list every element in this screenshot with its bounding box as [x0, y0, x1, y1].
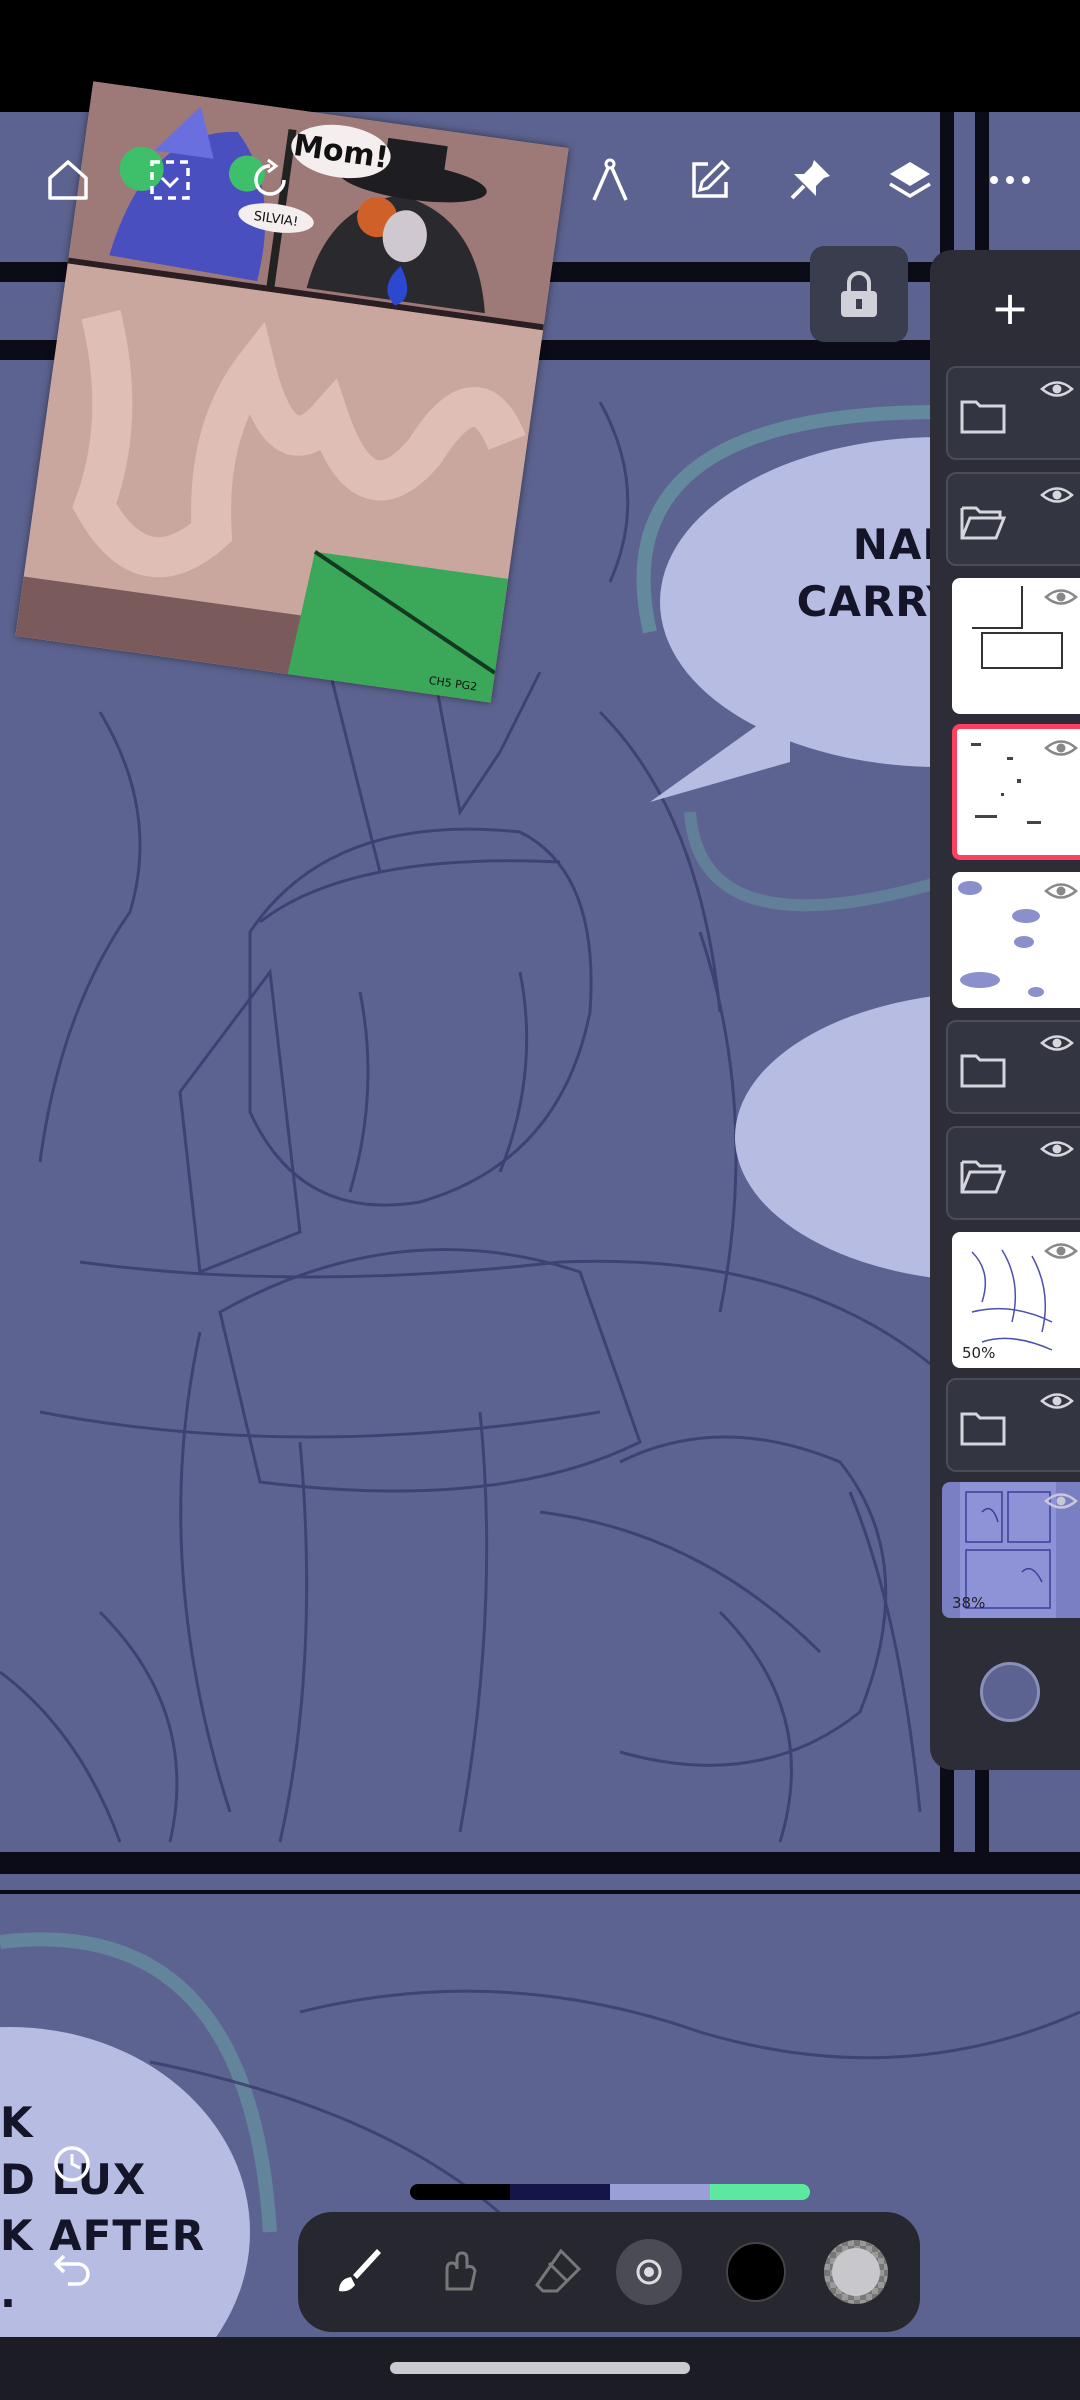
visibility-eye-icon[interactable] — [1040, 378, 1074, 400]
folder-open-icon — [960, 1160, 1006, 1194]
visibility-eye-icon[interactable] — [1044, 737, 1078, 759]
visibility-eye-icon[interactable] — [1044, 1240, 1078, 1262]
folder-icon — [960, 400, 1006, 434]
color-history-strip[interactable] — [410, 2184, 810, 2200]
history-icon[interactable] — [44, 2136, 100, 2192]
lock-icon — [841, 271, 877, 317]
visibility-eye-icon[interactable] — [1040, 1138, 1074, 1160]
color-chip[interactable] — [710, 2184, 810, 2200]
layer-thumbnail[interactable] — [952, 578, 1080, 714]
bubble-line: K AFTER — [0, 2211, 206, 2261]
layer-folder-row[interactable] — [946, 1020, 1080, 1114]
visibility-eye-icon[interactable] — [1044, 880, 1078, 902]
visibility-eye-icon[interactable] — [1044, 1490, 1078, 1512]
bubble-line: D LUX — [0, 2154, 147, 2204]
layer-folder-row[interactable] — [946, 1378, 1080, 1472]
layer-thumbnail[interactable]: 38% — [942, 1482, 1080, 1618]
opacity-checker — [824, 2240, 888, 2304]
color-chip[interactable] — [410, 2184, 510, 2200]
layer-folder-row[interactable] — [946, 1126, 1080, 1220]
color-swatch[interactable] — [716, 2232, 796, 2312]
folder-icon — [960, 1412, 1006, 1446]
color-chip[interactable] — [610, 2184, 710, 2200]
opacity-fill — [832, 2248, 880, 2296]
brush-icon[interactable] — [318, 2232, 398, 2312]
layers-panel: + 50% 38% — [930, 250, 1080, 1770]
eraser-icon[interactable] — [518, 2232, 598, 2312]
layer-folder-row[interactable] — [946, 366, 1080, 460]
folder-icon — [960, 1054, 1006, 1088]
smudge-icon[interactable] — [418, 2232, 498, 2312]
ruler-icon[interactable] — [578, 148, 642, 212]
background-color-button[interactable] — [980, 1662, 1040, 1722]
color-chip[interactable] — [510, 2184, 610, 2200]
transform-icon[interactable] — [238, 148, 302, 212]
selection-icon[interactable] — [138, 148, 202, 212]
visibility-eye-icon[interactable] — [1040, 1390, 1074, 1412]
brush-size-icon[interactable] — [616, 2239, 682, 2305]
more-icon[interactable] — [978, 148, 1042, 212]
undo-icon[interactable] — [44, 2240, 100, 2296]
layer-folder-row[interactable] — [946, 472, 1080, 566]
visibility-eye-icon[interactable] — [1044, 586, 1078, 608]
folder-open-icon — [960, 506, 1006, 540]
layer-thumbnail[interactable] — [952, 872, 1080, 1008]
layers-icon[interactable] — [878, 148, 942, 212]
layer-thumbnail[interactable]: 50% — [952, 1232, 1080, 1368]
layer-opacity-label: 50% — [962, 1344, 996, 1362]
current-color — [726, 2242, 786, 2302]
edit-icon[interactable] — [678, 148, 742, 212]
bubble-tail — [650, 702, 790, 802]
layer-opacity-label: 38% — [952, 1594, 986, 1612]
layer-thumbnail-selected[interactable] — [952, 724, 1080, 860]
lock-button[interactable] — [810, 246, 908, 342]
bottom-toolbar — [298, 2212, 920, 2332]
pin-icon[interactable] — [778, 148, 842, 212]
opacity-swatch[interactable] — [816, 2232, 896, 2312]
home-icon[interactable] — [36, 148, 100, 212]
visibility-eye-icon[interactable] — [1040, 1032, 1074, 1054]
visibility-eye-icon[interactable] — [1040, 484, 1074, 506]
home-gesture-pill[interactable] — [390, 2362, 690, 2374]
bubble-line: K — [0, 2098, 34, 2147]
bubble-line: . — [0, 2268, 17, 2318]
add-layer-button[interactable]: + — [960, 272, 1060, 344]
